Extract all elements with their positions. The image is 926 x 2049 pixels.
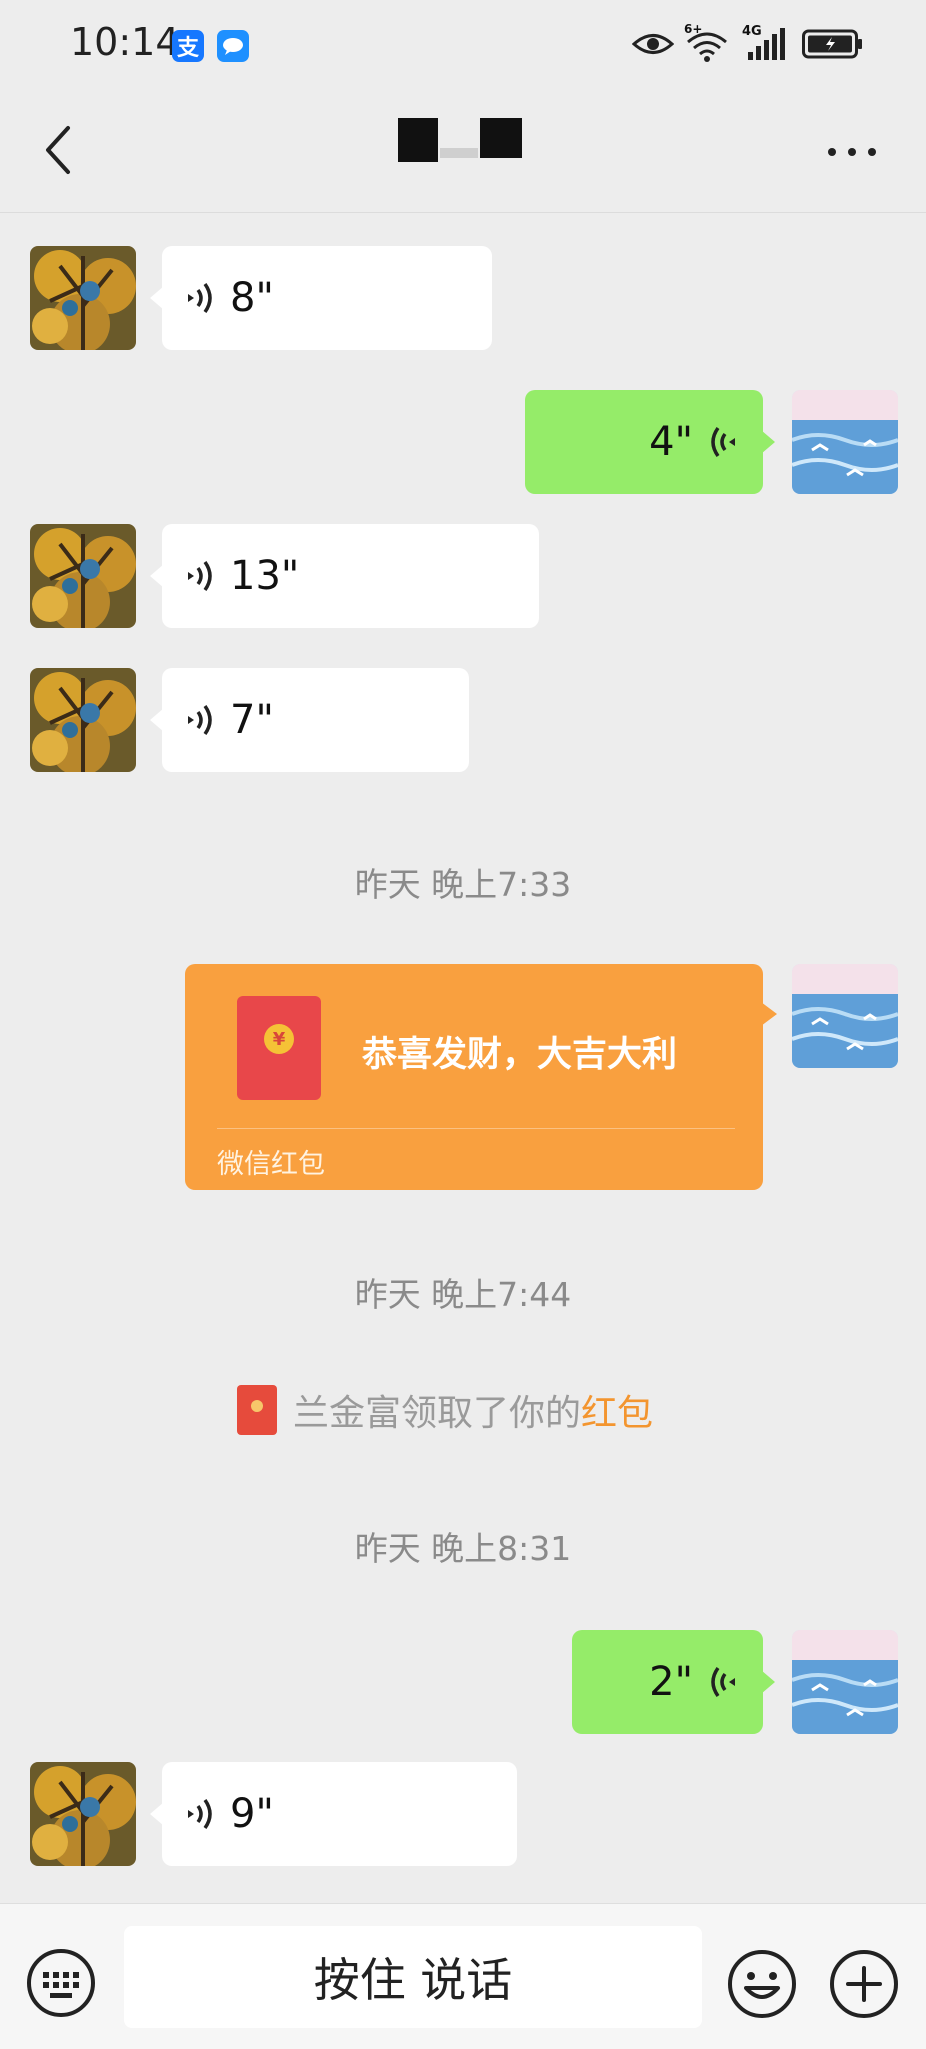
voice-wave-icon — [188, 704, 212, 736]
voice-message-bubble[interactable]: 9" — [150, 1762, 517, 1866]
back-arrow-icon — [46, 126, 70, 174]
voice-wave-icon — [711, 1666, 735, 1698]
signal-icon: 4G — [742, 24, 788, 62]
contact-avatar[interactable] — [30, 668, 136, 772]
voice-message-bubble[interactable]: 13" — [150, 524, 539, 628]
red-packet-label: 微信红包 — [217, 1149, 325, 1180]
voice-duration: 9" — [230, 1791, 274, 1837]
my-avatar[interactable] — [792, 390, 898, 494]
notice-message: 兰金富领取了你的 — [293, 1393, 582, 1434]
my-avatar[interactable] — [792, 1630, 898, 1734]
more-functions-button[interactable] — [828, 1948, 900, 2020]
plus-icon — [830, 1950, 898, 2018]
red-packet-divider — [217, 1128, 735, 1129]
eye-icon — [632, 34, 674, 54]
header-divider — [0, 212, 926, 213]
contact-avatar[interactable] — [30, 246, 136, 350]
voice-wave-icon — [711, 426, 735, 458]
voice-message-bubble[interactable]: 7" — [150, 668, 469, 772]
battery-icon — [802, 29, 862, 59]
red-packet-card[interactable]: ¥ 恭喜发财，大吉大利 微信红包 — [185, 964, 777, 1190]
voice-wave-icon — [188, 1798, 212, 1830]
hold-to-talk-button[interactable]: 按住 说话 — [124, 1926, 702, 2028]
red-packet-icon — [237, 1385, 277, 1435]
voice-duration: 8" — [230, 275, 274, 321]
contact-avatar[interactable] — [30, 1762, 136, 1866]
red-packet-coin: ¥ — [264, 1024, 294, 1054]
wifi-icon: 6+ — [684, 22, 730, 62]
red-packet-greeting: 恭喜发财，大吉大利 — [362, 1035, 678, 1075]
voice-message-bubble[interactable]: 4" — [525, 390, 775, 494]
emoji-icon — [728, 1950, 796, 2018]
voice-duration: 2" — [649, 1659, 693, 1705]
chat-title — [398, 118, 522, 164]
chat-input-bar: 按住 说话 — [0, 1903, 926, 2049]
message-timestamp: 昨天 晚上7:33 — [354, 865, 572, 904]
keyboard-toggle-button[interactable] — [26, 1948, 96, 2018]
emoji-button[interactable] — [726, 1948, 798, 2020]
more-dots-icon — [828, 148, 876, 156]
voice-message-bubble[interactable]: 2" — [572, 1630, 775, 1734]
redacted-name-block — [398, 118, 522, 162]
voice-duration: 4" — [649, 419, 693, 465]
voice-wave-icon — [188, 560, 212, 592]
red-packet-link[interactable]: 红包 — [581, 1393, 653, 1434]
alipay-icon: 支 — [172, 30, 204, 62]
notice-text: 兰金富领取了你的红包 — [293, 1384, 653, 1436]
message-app-icon — [217, 30, 249, 62]
status-icons: 6+ 4G — [632, 22, 864, 64]
red-packet-icon: ¥ — [237, 996, 321, 1100]
voice-duration: 7" — [230, 697, 274, 743]
wifi-label: 6+ — [684, 22, 703, 36]
status-time: 10:14 — [70, 20, 180, 64]
voice-duration: 13" — [230, 553, 300, 599]
message-timestamp: 昨天 晚上7:44 — [354, 1275, 572, 1314]
my-avatar[interactable] — [792, 964, 898, 1068]
voice-wave-icon — [188, 282, 212, 314]
back-button[interactable] — [36, 120, 80, 180]
contact-avatar[interactable] — [30, 524, 136, 628]
keyboard-icon — [27, 1949, 95, 2017]
message-timestamp: 昨天 晚上8:31 — [354, 1529, 572, 1568]
red-packet-received-notice: 兰金富领取了你的红包 — [237, 1384, 653, 1436]
more-button[interactable] — [824, 130, 880, 170]
voice-message-bubble[interactable]: 8" — [150, 246, 492, 350]
